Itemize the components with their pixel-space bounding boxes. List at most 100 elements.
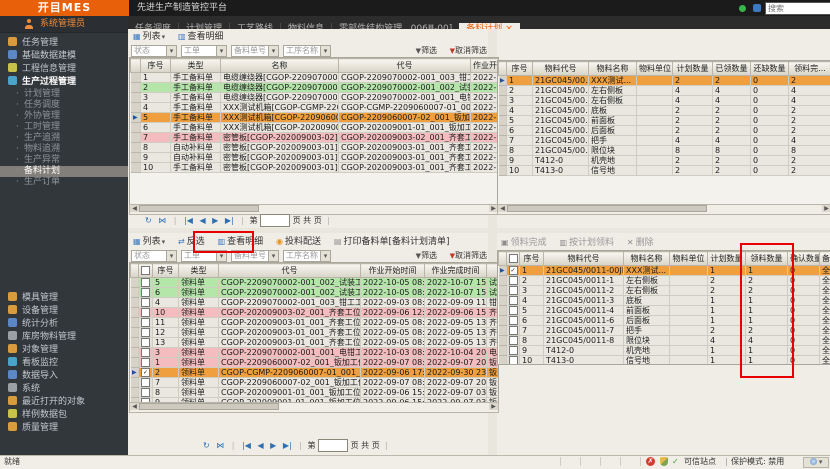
table-row[interactable]: 3手工备料单电缆缠绕器[CGOP-2209070002-...CGOP-2209… bbox=[131, 93, 499, 103]
tab-1[interactable]: 计划管理 bbox=[178, 23, 229, 29]
scroll-right-icon[interactable]: ▶ bbox=[489, 403, 498, 410]
row-checkbox[interactable] bbox=[509, 286, 518, 295]
table-row[interactable]: 321GC045/0011-2左右侧板220全 bbox=[499, 286, 830, 296]
column-header[interactable]: 领料完... bbox=[789, 62, 830, 76]
chevron-down-icon[interactable]: ▾ bbox=[320, 46, 330, 56]
column-header[interactable]: 还缺数量 bbox=[751, 62, 789, 76]
sidebar-item-2[interactable]: 工程信息管理 bbox=[0, 63, 128, 76]
select-all-checkbox[interactable] bbox=[507, 252, 520, 266]
column-header[interactable]: 物料名称 bbox=[589, 62, 637, 76]
sidebar-item-10[interactable]: 质量管理 bbox=[0, 422, 128, 435]
hourglass-icon[interactable]: ⋈ bbox=[216, 441, 224, 450]
sidebar-item-6[interactable]: 数据导入 bbox=[0, 370, 128, 383]
tab-4[interactable]: 零部件结构管理...006Ⅲ-00] bbox=[331, 23, 459, 29]
select-all-checkbox[interactable] bbox=[139, 264, 153, 278]
table-row[interactable]: 6领料单CGOP-2209070002-001_002_试装工位_LL...20… bbox=[131, 288, 499, 298]
table-row[interactable]: 221GC045/00...左右侧板4404 bbox=[499, 86, 830, 96]
first-page-icon[interactable]: |◀ bbox=[184, 216, 193, 225]
sidebar-item-4[interactable]: 对象管理 bbox=[0, 344, 128, 357]
sidebar-item-0[interactable]: 模具管理 bbox=[0, 292, 128, 305]
column-header[interactable]: 代号 bbox=[219, 264, 361, 278]
column-header[interactable]: 作业开始时间 bbox=[471, 59, 499, 73]
row-checkbox[interactable] bbox=[509, 346, 518, 355]
row-checkbox[interactable] bbox=[141, 378, 150, 387]
row-checkbox[interactable] bbox=[509, 306, 518, 315]
filter-select-1[interactable]: 工单▾ bbox=[181, 250, 227, 262]
last-page-icon[interactable]: ▶| bbox=[225, 216, 234, 225]
row-checkbox[interactable] bbox=[141, 388, 150, 397]
table-row[interactable]: 4领料单CGOP-2209070002-001_003_钳工工位_LL...20… bbox=[131, 298, 499, 308]
column-header[interactable]: 物料代号 bbox=[533, 62, 589, 76]
filter-cancel-button[interactable]: ▼取消筛选 bbox=[448, 44, 489, 58]
filter-cancel-button[interactable]: ▼取消筛选 bbox=[448, 250, 489, 262]
column-header[interactable]: 物料单位 bbox=[670, 252, 708, 266]
table-row[interactable]: 5领料单CGOP-2209070002-001_002_试装工位_LL...20… bbox=[131, 278, 499, 288]
table-row[interactable]: 521GC045/0011-4前面板110全 bbox=[499, 306, 830, 316]
row-checkbox[interactable]: ✓ bbox=[509, 266, 518, 275]
filter-select-0[interactable]: 状态▾ bbox=[131, 45, 177, 57]
filter-apply-button[interactable]: ▼筛选 bbox=[414, 250, 439, 262]
zoom-control[interactable]: ▾ bbox=[803, 457, 829, 468]
scroll-left-icon[interactable]: ◀ bbox=[498, 205, 507, 212]
sidebar-item-5[interactable]: ·任务调度 bbox=[0, 100, 128, 111]
sidebar-item-9[interactable]: 样例数据包 bbox=[0, 409, 128, 422]
table-row[interactable]: 13领料单CGOP-202009003-01_001_齐套工位_LLD_0012… bbox=[131, 338, 499, 348]
sidebar-item-4[interactable]: ·计划管理 bbox=[0, 89, 128, 100]
table-row[interactable]: 10T413-0信号地2202 bbox=[499, 166, 830, 176]
sidebar-item-10[interactable]: ·生产异常 bbox=[0, 155, 128, 166]
chevron-down-icon[interactable]: ▾ bbox=[166, 46, 176, 56]
row-checkbox[interactable] bbox=[141, 348, 150, 357]
table-row[interactable]: 7领料单CGOP-2209060007-02_001_钣加工位_LLD...20… bbox=[131, 378, 499, 388]
row-checkbox[interactable] bbox=[141, 278, 150, 287]
filter-select-2[interactable]: 备料单号▾ bbox=[231, 45, 279, 57]
sidebar-item-0[interactable]: 任务管理 bbox=[0, 37, 128, 50]
table-row[interactable]: 221GC045/0011-1左右侧板220全 bbox=[499, 276, 830, 286]
chevron-down-icon[interactable]: ▾ bbox=[216, 251, 226, 261]
print-prep-list-button[interactable]: ▤打印备料单[备料计划清单] bbox=[332, 234, 452, 250]
row-checkbox[interactable] bbox=[141, 328, 150, 337]
page-input[interactable] bbox=[260, 214, 290, 227]
page-input[interactable] bbox=[318, 439, 348, 452]
scroll-left-icon[interactable]: ◀ bbox=[130, 205, 139, 212]
scroll-left-icon[interactable]: ◀ bbox=[130, 403, 139, 410]
scroll-thumb[interactable] bbox=[139, 205, 259, 212]
tab-0[interactable]: 任务调度 bbox=[128, 23, 178, 29]
filter-select-3[interactable]: 工序名称▾ bbox=[283, 45, 331, 57]
dispatch-button[interactable]: ◉投料配送 bbox=[274, 234, 323, 250]
sidebar-item-1[interactable]: 设备管理 bbox=[0, 305, 128, 318]
table-row[interactable]: 821GC045/0011-8限位块440全 bbox=[499, 336, 830, 346]
column-header[interactable]: 计划数量 bbox=[708, 252, 746, 266]
sidebar-item-3[interactable]: 库房物料管理 bbox=[0, 331, 128, 344]
sidebar-item-6[interactable]: ·外协管理 bbox=[0, 111, 128, 122]
first-page-icon[interactable]: |◀ bbox=[242, 441, 251, 450]
table-row[interactable]: 1手工备料单电缆缠绕器[CGOP-2209070002-...CGOP-2209… bbox=[131, 73, 499, 83]
sidebar-item-11[interactable]: ·备料计划 bbox=[0, 166, 128, 177]
column-header[interactable]: 序号 bbox=[507, 62, 533, 76]
table-row[interactable]: 421GC045/0011-3底板110全 bbox=[499, 296, 830, 306]
view-detail-button[interactable]: ▥查看明细 bbox=[176, 30, 226, 44]
tab-2[interactable]: 工艺路线 bbox=[229, 23, 280, 29]
sidebar-item-7[interactable]: ·工时管理 bbox=[0, 122, 128, 133]
pick-by-plan-button[interactable]: ▥按计划领料 bbox=[557, 236, 616, 250]
table-row[interactable]: 421GC045/00...底板2202 bbox=[499, 106, 830, 116]
row-checkbox[interactable] bbox=[141, 358, 150, 367]
next-page-icon[interactable]: ▶ bbox=[212, 216, 218, 225]
table-row[interactable]: 4手工备料单XXX测试机箱[CGOP-CGMP-22090...CGOP-CGM… bbox=[131, 103, 499, 113]
list-view-button[interactable]: ▦列表▾ bbox=[131, 30, 167, 44]
table-row[interactable]: 821GC045/00...限位块8808 bbox=[499, 146, 830, 156]
row-checkbox[interactable] bbox=[141, 338, 150, 347]
table-row[interactable]: 10手工备料单密管板[CGOP-202009003-01]分解CGOP-2020… bbox=[131, 163, 499, 173]
next-page-icon[interactable]: ▶ bbox=[270, 441, 276, 450]
sidebar-item-7[interactable]: 系统 bbox=[0, 383, 128, 396]
chevron-down-icon[interactable]: ▾ bbox=[216, 46, 226, 56]
row-checkbox[interactable] bbox=[509, 326, 518, 335]
sidebar-item-9[interactable]: ·物料追溯 bbox=[0, 144, 128, 155]
refresh-icon[interactable]: ↻ bbox=[145, 216, 152, 225]
column-header[interactable]: 类型 bbox=[171, 59, 221, 73]
table-row[interactable]: 621GC045/0011-6后面板110全 bbox=[499, 316, 830, 326]
last-page-icon[interactable]: ▶| bbox=[283, 441, 292, 450]
column-header[interactable]: 序号 bbox=[141, 59, 171, 73]
column-header[interactable]: 作业开始时间 bbox=[361, 264, 425, 278]
column-header[interactable]: 物料代号 bbox=[544, 252, 624, 266]
horizontal-splitter[interactable] bbox=[128, 228, 830, 233]
